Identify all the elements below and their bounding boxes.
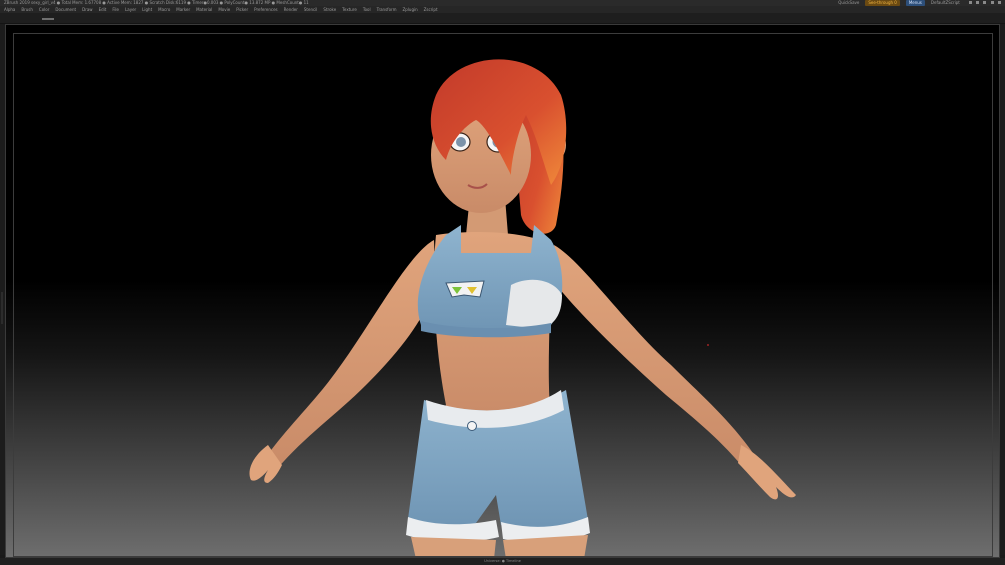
shelf-tab[interactable]	[42, 18, 54, 20]
menu-light[interactable]: Light	[142, 6, 152, 13]
menu-transform[interactable]: Transform	[377, 6, 397, 13]
left-arm	[264, 240, 436, 470]
crop-top-panel	[506, 279, 562, 329]
menu-stroke[interactable]: Stroke	[323, 6, 336, 13]
top-shelf	[0, 13, 1005, 24]
help-icon[interactable]	[968, 1, 972, 4]
menu-tool[interactable]: Tool	[363, 6, 371, 13]
menu-macro[interactable]: Macro	[158, 6, 170, 13]
menu-document[interactable]: Document	[55, 6, 76, 13]
menu-texture[interactable]: Texture	[342, 6, 357, 13]
menu-color[interactable]: Color	[39, 6, 49, 13]
menu-layer[interactable]: Layer	[125, 6, 136, 13]
left-leg	[411, 537, 496, 557]
right-arm	[554, 245, 761, 473]
menu-picker[interactable]: Picker	[236, 6, 248, 13]
canvas-viewport[interactable]	[5, 24, 1000, 558]
maximize-icon[interactable]	[990, 1, 994, 4]
menu-file[interactable]: File	[112, 6, 119, 13]
minimize-icon[interactable]	[983, 1, 987, 4]
menu-alpha[interactable]: Alpha	[4, 6, 15, 13]
status-text: Universe: ● Timeline	[484, 559, 521, 563]
menu-draw[interactable]: Draw	[82, 6, 92, 13]
right-tray[interactable]	[1000, 24, 1005, 555]
target-marker	[707, 344, 709, 346]
menu-zplugin[interactable]: Zplugin	[403, 6, 418, 13]
right-hand	[738, 445, 796, 500]
menu-bar: Alpha Brush Color Document Draw Edit Fil…	[0, 6, 1005, 13]
tray-handle[interactable]	[1, 292, 3, 324]
status-bar: Universe: ● Timeline	[0, 558, 1005, 565]
menu-marker[interactable]: Marker	[176, 6, 190, 13]
menu-stencil[interactable]: Stencil	[304, 6, 318, 13]
menu-render[interactable]: Render	[284, 6, 298, 13]
menu-edit[interactable]: Edit	[99, 6, 107, 13]
menu-zscript[interactable]: Zscript	[424, 6, 438, 13]
menu-brush[interactable]: Brush	[21, 6, 33, 13]
character-model	[249, 59, 796, 557]
layout-icon[interactable]	[976, 1, 980, 4]
close-icon[interactable]	[998, 1, 1001, 4]
menu-preferences[interactable]: Preferences	[254, 6, 278, 13]
menu-movie[interactable]: Movie	[218, 6, 230, 13]
button-icon	[467, 421, 477, 431]
menu-material[interactable]: Material	[196, 6, 212, 13]
top-logo-icon	[445, 280, 485, 298]
